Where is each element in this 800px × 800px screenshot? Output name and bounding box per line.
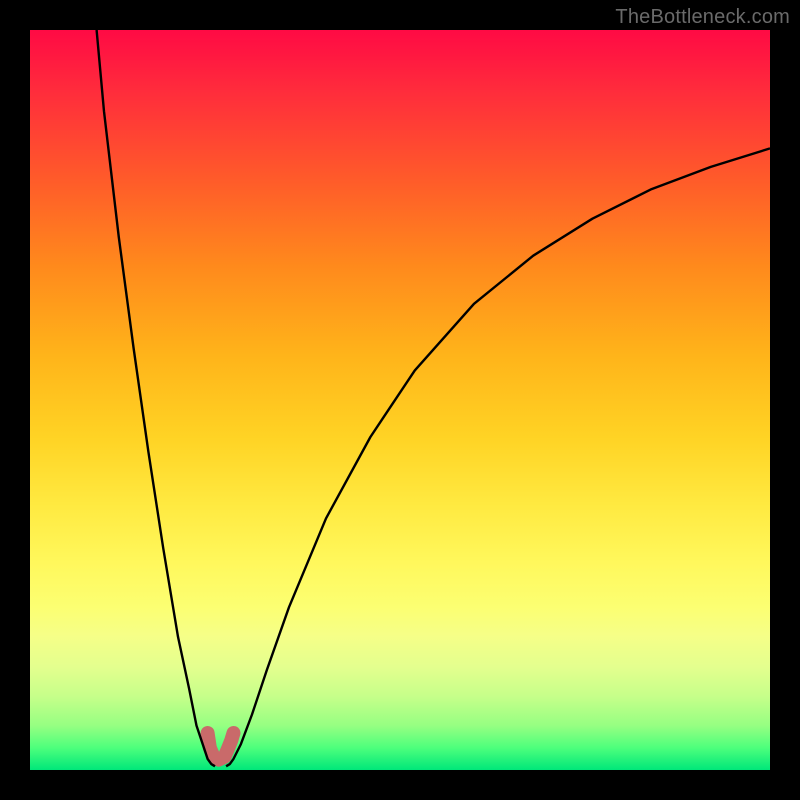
left-branch-curve <box>97 30 215 766</box>
chart-plot-area <box>30 30 770 770</box>
watermark-text: TheBottleneck.com <box>615 6 790 29</box>
chart-svg <box>30 30 770 770</box>
right-branch-curve <box>226 148 770 766</box>
min-marker-curve <box>208 733 234 760</box>
